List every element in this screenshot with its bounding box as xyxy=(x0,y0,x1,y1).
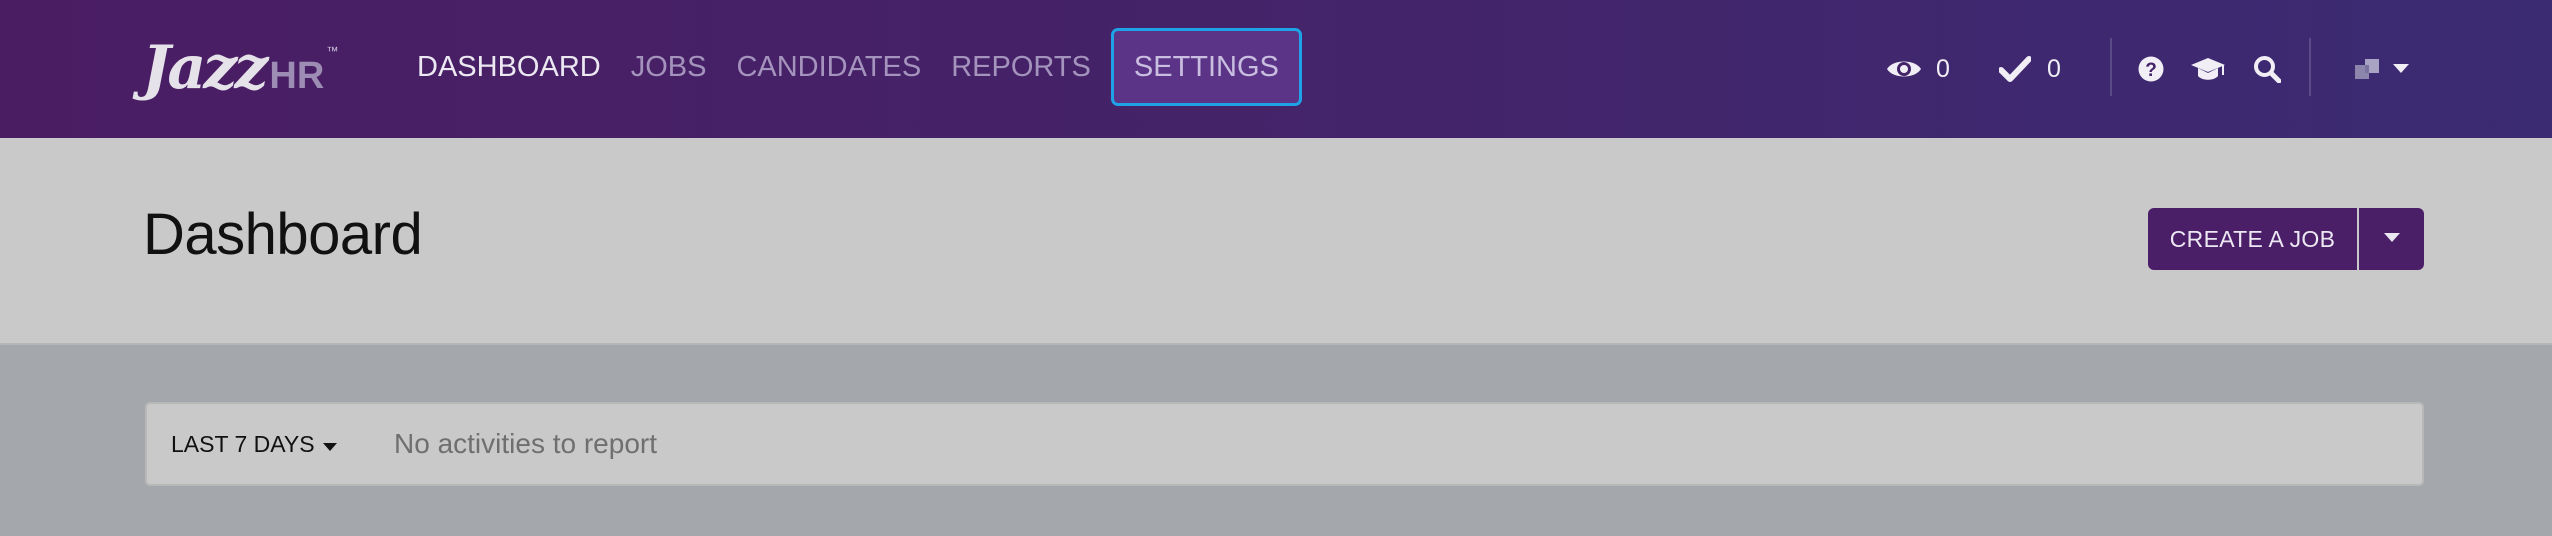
academy-button[interactable] xyxy=(2190,38,2226,100)
question-circle-icon: ? xyxy=(2138,56,2164,82)
search-button[interactable] xyxy=(2253,38,2281,100)
watch-toggle[interactable]: 0 xyxy=(1886,38,1950,100)
nav-dashboard[interactable]: DASHBOARD xyxy=(402,28,616,106)
toolbar-divider xyxy=(2110,38,2112,96)
jazzhr-logo[interactable]: Jazz HR ™ xyxy=(142,38,338,98)
create-job-dropdown-button[interactable] xyxy=(2359,208,2424,270)
eye-icon xyxy=(1886,57,1922,81)
nav-settings[interactable]: SETTINGS xyxy=(1110,28,1302,106)
page-title: Dashboard xyxy=(143,202,423,267)
logo-hr-text: HR xyxy=(269,55,325,97)
date-range-label: LAST 7 DAYS xyxy=(171,430,315,457)
watch-count: 0 xyxy=(1936,54,1950,83)
caret-down-icon xyxy=(2383,230,2400,248)
logo-trademark: ™ xyxy=(326,44,339,58)
empty-activity-message: No activities to report xyxy=(394,428,657,459)
graduation-cap-icon xyxy=(2190,56,2226,82)
tasks-count: 0 xyxy=(2047,54,2061,83)
caret-down-icon xyxy=(2393,64,2409,74)
logo-jazz-text: Jazz xyxy=(142,33,268,103)
nav-jobs[interactable]: JOBS xyxy=(616,28,722,106)
help-button[interactable]: ? xyxy=(2138,38,2164,100)
create-job-button[interactable]: CREATE A JOB xyxy=(2148,208,2357,270)
date-range-dropdown[interactable]: LAST 7 DAYS xyxy=(171,404,337,484)
search-icon xyxy=(2253,55,2281,83)
activity-panel: LAST 7 DAYS No activities to report xyxy=(145,402,2424,486)
svg-text:?: ? xyxy=(2145,60,2157,81)
top-navigation-bar: Jazz HR ™ DASHBOARD JOBS CANDIDATES REPO… xyxy=(0,0,2552,138)
company-logo-icon xyxy=(2355,57,2381,81)
tasks-toggle[interactable]: 0 xyxy=(1999,38,2061,100)
main-nav: DASHBOARD JOBS CANDIDATES REPORTS SETTIN… xyxy=(402,28,1302,106)
nav-candidates[interactable]: CANDIDATES xyxy=(721,28,936,106)
page-header: Dashboard CREATE A JOB xyxy=(0,138,2552,345)
toolbar-divider-2 xyxy=(2309,38,2311,96)
caret-down-icon xyxy=(322,431,337,458)
nav-reports[interactable]: REPORTS xyxy=(936,28,1106,106)
account-menu[interactable] xyxy=(2355,38,2409,100)
check-icon xyxy=(1999,56,2031,82)
